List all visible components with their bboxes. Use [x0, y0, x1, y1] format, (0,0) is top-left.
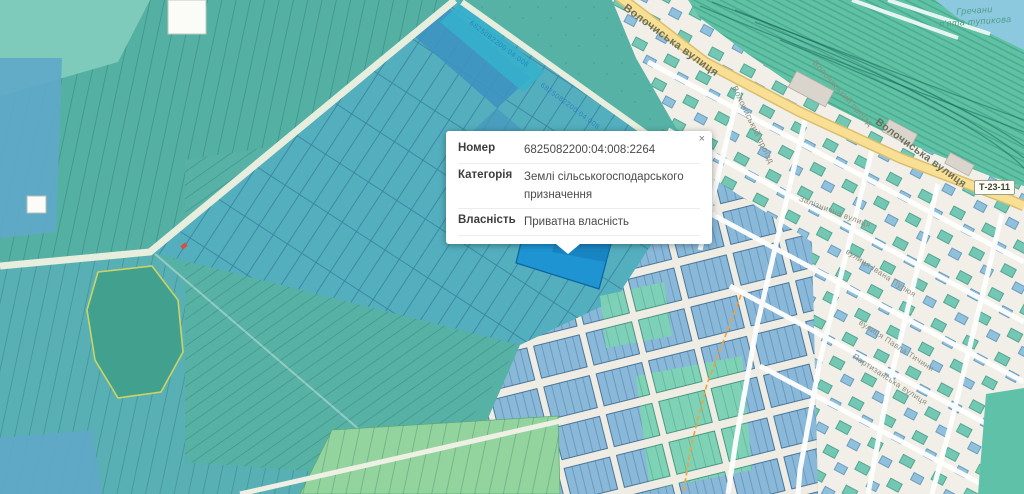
building-white-left [27, 196, 46, 213]
popup-row-number: Номер 6825082200:04:008:2264 [458, 137, 700, 164]
popup-row-category: Категорія Землі сільськогосподарського п… [458, 164, 700, 209]
popup-value-category: Землі сільськогосподарського призначення [524, 169, 700, 204]
cadastral-map-view: Волочиська вулиця Волочиський проїзд Вол… [0, 0, 1024, 494]
popup-label-ownership: Власність [458, 214, 524, 231]
parcel-blue-bottomleft [0, 430, 102, 494]
popup-value-number: 6825082200:04:008:2264 [524, 142, 700, 159]
popup-value-ownership: Приватна власність [524, 214, 700, 231]
close-icon[interactable]: × [699, 134, 705, 145]
popup-label-number: Номер [458, 142, 524, 159]
building-white-topleft [168, 0, 206, 34]
popup-label-category: Категорія [458, 169, 524, 204]
map-canvas[interactable] [0, 0, 1024, 494]
road-ref-shield: Т-23-11 [974, 180, 1015, 195]
suburb-plots-teal-1 [636, 356, 752, 490]
popup-row-ownership: Власність Приватна власність [458, 209, 700, 236]
popup-pointer [556, 244, 580, 254]
parcel-info-popup: × Номер 6825082200:04:008:2264 Категорія… [446, 131, 712, 244]
